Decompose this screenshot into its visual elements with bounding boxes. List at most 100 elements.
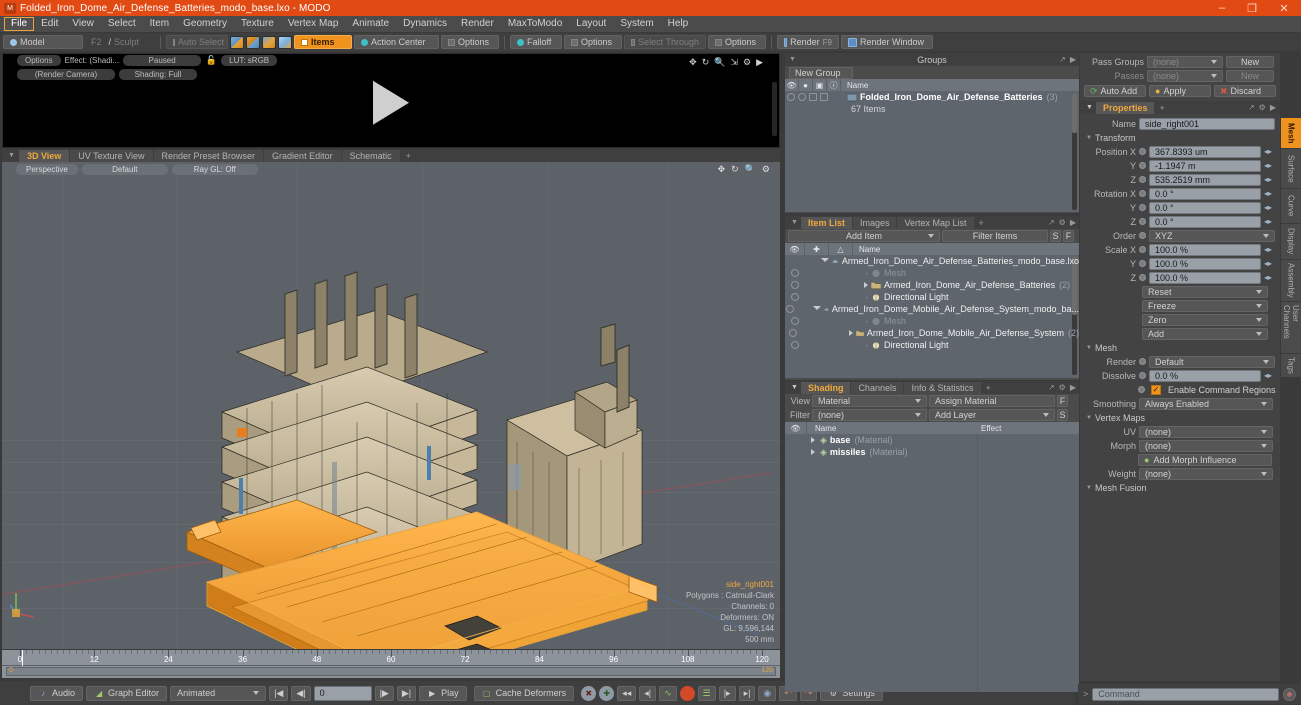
morph-dropdown[interactable]: (none) [1139, 439, 1273, 452]
keyframe-delete-icon[interactable]: ✖ [581, 685, 597, 701]
item-row-expander-icon[interactable]: - [853, 293, 871, 302]
record-icon[interactable] [679, 685, 695, 701]
timeline-ruler-panel[interactable]: 0 12 24 36 48 60 72 84 96 108 120 0 120 [2, 650, 780, 678]
scale-y-channel-dot[interactable] [1139, 260, 1146, 267]
item-list-row[interactable]: - Directional Light [785, 291, 1079, 303]
key-set-1-button[interactable]: ◉ [758, 685, 777, 701]
item-list-row[interactable]: Armed_Iron_Dome_Air_Defense_Batteries_mo… [785, 255, 1079, 267]
preview-lut-button[interactable]: LUT: sRGB [221, 55, 278, 66]
item-list-body[interactable]: Armed_Iron_Dome_Air_Defense_Batteries_mo… [785, 255, 1079, 378]
scale-y-field[interactable]: 100.0 % [1149, 257, 1261, 270]
shading-row-expander-icon[interactable] [811, 437, 815, 443]
key-channels-button[interactable]: ☰ [697, 685, 716, 701]
viewport-rotate-icon[interactable]: ↻ [731, 164, 739, 175]
keyframe-add-icon[interactable]: ✚ [599, 685, 615, 701]
menu-item-vertex-map[interactable]: Vertex Map [281, 17, 346, 31]
item-deform-toggle[interactable] [829, 279, 853, 291]
item-list-add-tab[interactable]: + [975, 217, 988, 229]
shading-table-row-2[interactable]: ◈ missiles (Material) [785, 446, 1079, 458]
mesh-render-dropdown[interactable]: Default [1149, 355, 1275, 368]
preview-options-button[interactable]: Options [17, 55, 61, 66]
model-mode-button[interactable]: Model [3, 35, 83, 49]
tab-render-preset-browser[interactable]: Render Preset Browser [153, 149, 264, 162]
menu-item-view[interactable]: View [65, 17, 101, 31]
polygon-mode-icon[interactable] [262, 35, 276, 49]
apply-button[interactable]: ● Apply [1149, 85, 1211, 97]
shading-list-body[interactable]: ◈ base (Material) ◈ missiles (Material) [785, 434, 1079, 692]
sculpt-mode-button[interactable]: F2 / Sculpt [85, 35, 155, 49]
assign-material-f-button[interactable]: F [1057, 395, 1068, 407]
viewport-gear-icon[interactable]: ⚙ [762, 164, 770, 175]
viewport-raygl-button[interactable]: Ray GL: Off [171, 163, 258, 175]
properties-maximize-icon[interactable]: ↗ [1248, 103, 1255, 112]
pan-icon[interactable]: ✥ [689, 57, 697, 68]
scale-x-field[interactable]: 100.0 % [1149, 243, 1261, 256]
select-through-options-button[interactable]: Options [708, 35, 766, 49]
item-visibility-toggle[interactable] [785, 279, 805, 291]
item-visibility-toggle[interactable] [785, 327, 801, 339]
close-button[interactable]: ✕ [1267, 0, 1301, 16]
zoom-icon[interactable]: 🔍 [714, 57, 725, 68]
minimize-button[interactable]: – [1207, 0, 1237, 16]
rotation-z-field[interactable]: 0.0 ° [1149, 215, 1261, 228]
preview-play-triangle-icon[interactable] [373, 80, 409, 125]
item-visibility-toggle[interactable] [785, 291, 805, 303]
pass-groups-new-button[interactable]: New [1226, 55, 1274, 68]
add-morph-influence-button[interactable]: ● Add Morph Influence [1138, 453, 1272, 466]
groups-table-row[interactable]: Folded_Iron_Dome_Air_Defense_Batteries (… [785, 91, 1079, 103]
scale-y-stepper-icon[interactable]: ◂▸ [1264, 259, 1272, 268]
gear-icon[interactable]: ⚙ [743, 57, 751, 68]
properties-gear-icon[interactable]: ⚙ [1259, 103, 1266, 112]
graph-editor-button[interactable]: ◢ Graph Editor [86, 685, 168, 701]
position-z-field[interactable]: 535.2519 mm [1149, 173, 1261, 186]
current-frame-field[interactable]: 0 [313, 685, 372, 701]
preview-shading-button[interactable]: Shading: Full [119, 69, 197, 80]
timeline-range-bar[interactable]: 0 120 [6, 667, 776, 676]
weight-dropdown[interactable]: (none) [1139, 467, 1273, 480]
animated-dropdown[interactable]: Animated [170, 685, 267, 701]
item-list-gear-icon[interactable]: ⚙ [1059, 218, 1066, 227]
maximize-button[interactable]: ❐ [1237, 0, 1267, 16]
item-row-expander-icon[interactable]: - [853, 269, 871, 278]
item-visibility-toggle[interactable] [785, 339, 805, 351]
command-record-icon[interactable] [1283, 687, 1296, 701]
groups-scrollbar[interactable] [1072, 93, 1077, 210]
item-row-expander-icon[interactable] [853, 282, 871, 288]
audio-button[interactable]: ♪ Audio [30, 685, 84, 701]
lock-icon[interactable]: 🔓 [205, 55, 217, 66]
action-center-button[interactable]: Action Center [354, 35, 439, 49]
item-lock-toggle[interactable] [795, 303, 807, 315]
uv-dropdown[interactable]: (none) [1139, 425, 1273, 438]
preview-effect-label[interactable]: Effect: (Shadi... [65, 56, 120, 65]
3d-model-iron-dome-battery[interactable]: 87940000 [177, 232, 687, 649]
add-layer-s-button[interactable]: S [1057, 409, 1068, 421]
item-visibility-toggle[interactable] [785, 315, 805, 327]
mesh-fusion-section-header[interactable]: ▼ Mesh Fusion [1080, 481, 1280, 495]
rotation-z-stepper-icon[interactable]: ◂▸ [1264, 217, 1272, 226]
menu-item-render[interactable]: Render [454, 17, 501, 31]
pass-groups-dropdown[interactable]: (none) [1147, 55, 1223, 68]
order-channel-dot[interactable] [1139, 232, 1146, 239]
enable-command-regions-checkbox[interactable]: ✓ [1151, 384, 1161, 395]
menu-item-maxtomodo[interactable]: MaxToModo [501, 17, 569, 31]
vertical-tab-curve[interactable]: Curve [1281, 188, 1301, 224]
viewport-shading-style-button[interactable]: Default [81, 163, 168, 175]
command-regions-channel-dot[interactable] [1138, 386, 1145, 393]
tab-3d-view[interactable]: 3D View [18, 149, 70, 162]
vertical-tab-assembly[interactable]: Assembly [1281, 259, 1301, 302]
dissolve-field[interactable]: 0.0 % [1149, 369, 1261, 382]
discard-button[interactable]: ✖ Discard [1214, 85, 1276, 97]
menu-item-help[interactable]: Help [661, 17, 696, 31]
shading-table-row[interactable]: ◈ base (Material) [785, 434, 1079, 446]
select-through-button[interactable]: Select Through [624, 35, 706, 49]
add-tab-button[interactable]: + [401, 150, 416, 162]
3d-viewport[interactable]: Perspective Default Ray GL: Off ✥ ↻ 🔍 ⚙ [2, 162, 780, 649]
command-input[interactable]: Command [1092, 687, 1279, 701]
mesh-section-header[interactable]: ▼ Mesh [1080, 341, 1280, 355]
properties-add-tab[interactable]: + [1155, 102, 1168, 114]
prev-key-2-button[interactable]: ◂| [639, 685, 657, 701]
item-lock-toggle[interactable] [801, 327, 821, 339]
preview-scrollbar[interactable] [772, 82, 777, 136]
timeline-ruler[interactable]: 0 12 24 36 48 60 72 84 96 108 120 [2, 650, 780, 666]
shading-maximize-icon[interactable]: ↗ [1048, 383, 1055, 392]
